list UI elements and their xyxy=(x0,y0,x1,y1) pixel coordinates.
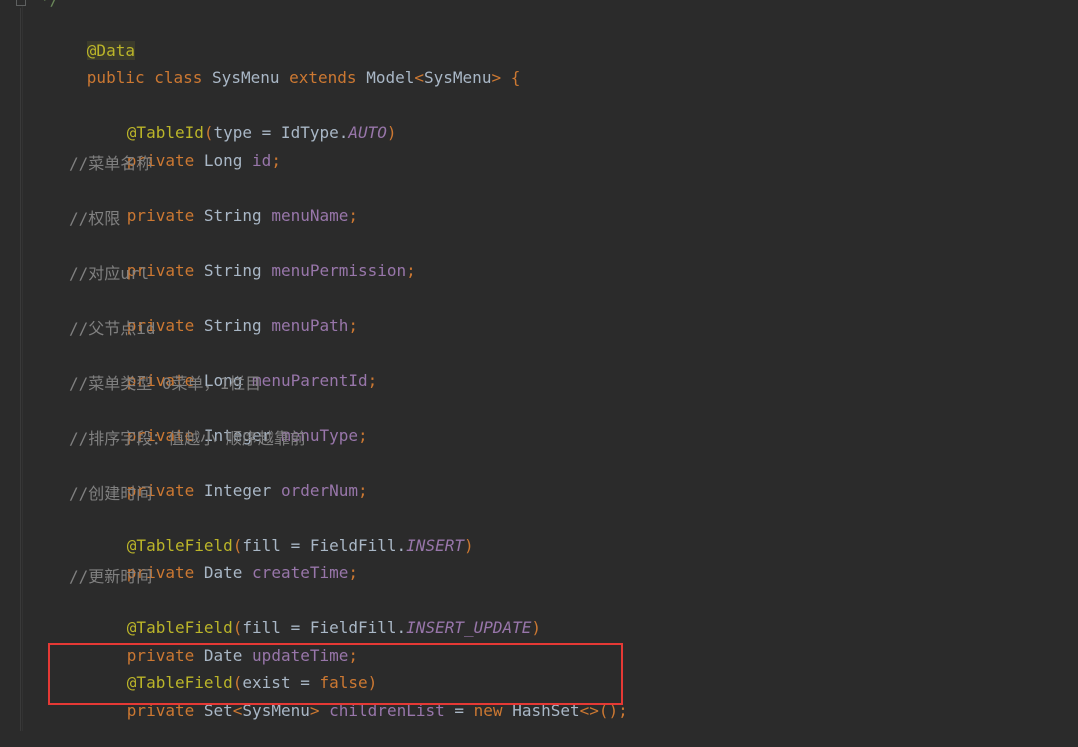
field-name: menuPermission xyxy=(271,261,407,280)
class-name: SysMenu xyxy=(212,68,280,87)
enum-constant: AUTO xyxy=(348,123,387,142)
enum-constant: INSERT_UPDATE xyxy=(406,618,532,637)
semicolon: ; xyxy=(358,481,368,500)
field-type: String xyxy=(203,206,262,225)
code-line-annotation-data: @Data xyxy=(29,15,135,60)
code-editor[interactable]: */ @Data public class SysMenu extends Mo… xyxy=(0,0,1078,731)
generic-close: > xyxy=(491,68,502,87)
parent-class: Model xyxy=(366,68,415,87)
keyword-extends: extends xyxy=(289,68,357,87)
code-line: private String menuName; xyxy=(29,180,358,225)
field-type: Date xyxy=(203,563,243,582)
code-line: private Long menuParentId; xyxy=(29,345,377,390)
field-type: Long xyxy=(203,151,243,170)
field-name: id xyxy=(252,151,272,170)
field-type: Integer xyxy=(203,481,272,500)
code-line: private Integer orderNum; xyxy=(29,455,368,500)
semicolon: ; xyxy=(367,371,378,390)
enum-constant: INSERT xyxy=(406,536,464,555)
code-line: @TableField(fill = FieldFill.INSERT) xyxy=(29,510,474,555)
semicolon: ; xyxy=(271,151,281,170)
field-type: String xyxy=(203,316,262,335)
paren-close: ) xyxy=(531,618,542,637)
code-line: private Integer menuType; xyxy=(29,400,368,445)
paren-close: ) xyxy=(386,123,397,142)
field-type: String xyxy=(203,261,262,280)
semicolon: ; xyxy=(348,563,359,582)
partial-comment-end: */ xyxy=(40,0,59,12)
keyword-public: public xyxy=(86,68,145,87)
semicolon: ; xyxy=(406,261,416,280)
code-comment: //菜单名称 xyxy=(69,154,153,173)
code-line: private Long id; xyxy=(29,125,281,170)
semicolon: ; xyxy=(348,316,359,335)
field-name: orderNum xyxy=(280,481,359,500)
semicolon: ; xyxy=(348,206,359,225)
code-line: private String menuPermission; xyxy=(29,235,416,280)
generic-open: < xyxy=(414,68,425,87)
class-open-brace: { xyxy=(510,68,521,87)
keyword-class: class xyxy=(154,68,203,87)
code-line: private String menuPath; xyxy=(29,290,358,335)
keyword-private: private xyxy=(126,206,195,225)
highlight-box xyxy=(48,643,623,705)
code-line: private Date updateTime; xyxy=(29,620,358,665)
code-comment: //父节点id xyxy=(69,319,156,338)
code-comment: //创建时间 xyxy=(69,484,153,503)
code-line-class-declaration: public class SysMenu extends Model<SysMe… xyxy=(29,42,521,87)
field-name: menuName xyxy=(271,206,349,225)
generic-type: SysMenu xyxy=(424,68,492,87)
code-comment: //权限 xyxy=(69,209,121,228)
field-name: menuPath xyxy=(271,316,349,335)
semicolon: ; xyxy=(358,426,368,445)
code-line: @TableField(fill = FieldFill.INSERT_UPDA… xyxy=(29,592,541,637)
code-line: private Date createTime; xyxy=(29,537,358,582)
field-name: menuParentId xyxy=(252,371,368,390)
code-comment: //更新时间 xyxy=(69,567,153,586)
field-name: createTime xyxy=(252,563,349,582)
code-comment: //对应url xyxy=(69,264,150,283)
paren-close: ) xyxy=(463,536,474,555)
code-comment: //菜单类型 0菜单，1栏目 xyxy=(69,374,262,393)
code-area[interactable]: */ @Data public class SysMenu extends Mo… xyxy=(0,0,1078,731)
code-line: @TableId(type = IdType.AUTO) xyxy=(29,97,397,142)
code-comment: //排序字段：值越小 顺序越靠前 xyxy=(69,429,306,448)
